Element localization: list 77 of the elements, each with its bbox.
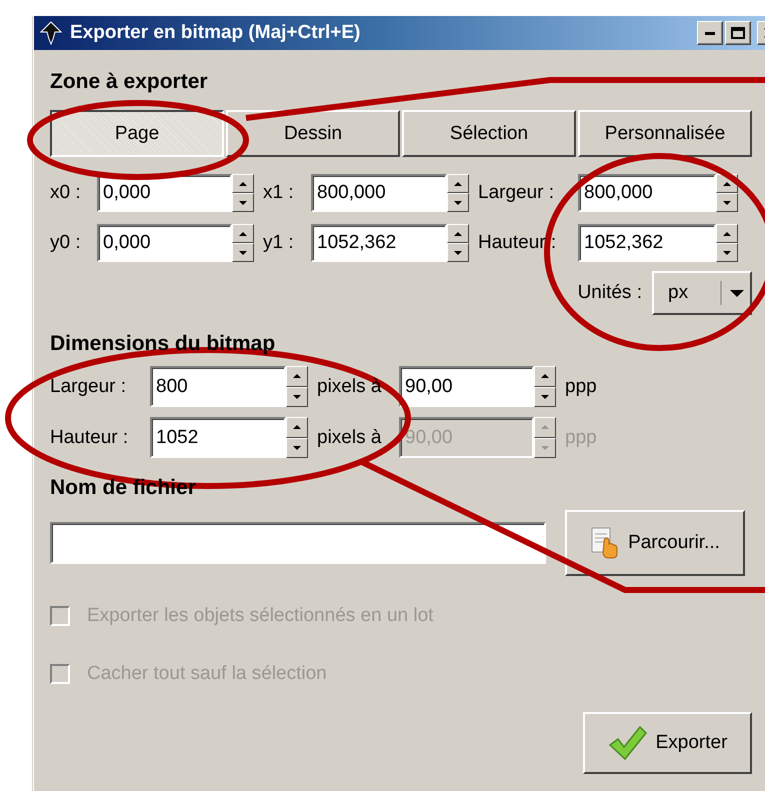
filename-field[interactable] [50, 522, 546, 564]
spin-down-button[interactable] [286, 386, 308, 407]
checkbox-label: Cacher tout sauf la sélection [87, 663, 327, 685]
spin-up-button[interactable] [286, 366, 308, 386]
spin-down-button[interactable] [534, 438, 556, 458]
spin-down-button[interactable] [716, 193, 738, 212]
units-dropdown[interactable]: px [652, 271, 752, 315]
up-arrow-icon [723, 182, 731, 186]
down-arrow-icon [541, 394, 549, 399]
up-arrow-icon [239, 232, 247, 236]
spin-up-button[interactable] [232, 224, 254, 243]
maximize-icon [731, 27, 745, 39]
number-field[interactable]: 90,00 [399, 366, 534, 407]
number-field[interactable]: 1052,362 [578, 224, 716, 262]
spin-down-button[interactable] [716, 243, 738, 262]
spin-down-button[interactable] [534, 386, 556, 407]
spin-up-button[interactable] [716, 224, 738, 243]
app-logo-icon [40, 21, 62, 45]
up-arrow-icon [293, 374, 301, 378]
field-label: y0 : [50, 232, 82, 254]
down-arrow-icon [454, 250, 462, 254]
area-tab[interactable]: Personnalisée [578, 110, 752, 157]
spin-down-button[interactable] [232, 243, 254, 262]
down-arrow-icon [293, 394, 301, 399]
field-label: pixels à [316, 426, 382, 448]
down-arrow-icon [239, 200, 247, 204]
down-arrow-icon [723, 200, 731, 204]
field-label: Hauteur : [50, 426, 130, 448]
checkbox-label: Exporter les objets sélectionnés en un lot [87, 605, 434, 627]
number-field[interactable]: 0,000 [97, 174, 232, 212]
number-field[interactable]: 1052,362 [311, 224, 447, 262]
field-label: x1 : [262, 182, 295, 204]
down-arrow-icon [293, 446, 301, 450]
unit-label: ppp [564, 426, 598, 448]
spin-up-button[interactable] [447, 174, 469, 193]
spin-down-button[interactable] [447, 243, 469, 262]
up-arrow-icon [293, 425, 301, 430]
minimize-icon [705, 32, 715, 34]
up-arrow-icon [454, 182, 462, 186]
field-label: y1 : [262, 232, 295, 254]
number-field[interactable]: 800,000 [311, 174, 447, 212]
export-button[interactable]: Exporter [583, 712, 752, 774]
down-arrow-icon [723, 250, 731, 254]
spin-up-button[interactable] [286, 417, 308, 438]
area-tab[interactable]: Dessin [226, 110, 400, 157]
area-tab[interactable]: Sélection [402, 110, 576, 157]
number-field[interactable]: 800 [150, 366, 286, 407]
down-arrow-icon [239, 250, 247, 254]
maximize-button[interactable] [725, 21, 751, 45]
down-arrow-icon [541, 446, 549, 450]
spin-up-button[interactable] [447, 224, 469, 243]
up-arrow-icon [239, 182, 247, 186]
spin-down-button[interactable] [447, 193, 469, 212]
field-label: Unités : [578, 282, 642, 304]
up-arrow-icon [723, 232, 731, 236]
field-label: Largeur : [50, 376, 128, 398]
section-heading: Zone à exporter [50, 70, 209, 94]
spin-up-button[interactable] [534, 417, 556, 438]
field-label: x0 : [50, 182, 82, 204]
number-field[interactable]: 0,000 [97, 224, 232, 262]
spin-down-button[interactable] [286, 438, 308, 458]
checkmark-icon [608, 725, 648, 761]
window-title: Exporter en bitmap (Maj+Ctrl+E) [70, 22, 362, 44]
unit-label: ppp [564, 376, 598, 398]
minimize-button[interactable] [697, 21, 723, 45]
up-arrow-icon [454, 232, 462, 236]
browse-button[interactable]: Parcourir... [565, 510, 745, 576]
number-field[interactable]: 800,000 [578, 174, 716, 212]
spin-up-button[interactable] [534, 366, 556, 386]
up-arrow-icon [541, 374, 549, 378]
spin-up-button[interactable] [232, 174, 254, 193]
area-tab[interactable]: Page [50, 110, 224, 157]
document-hand-icon [590, 526, 620, 560]
down-arrow-icon [454, 200, 462, 204]
field-label: Largeur : [477, 182, 556, 204]
up-arrow-icon [541, 425, 549, 430]
spin-down-button[interactable] [232, 193, 254, 212]
